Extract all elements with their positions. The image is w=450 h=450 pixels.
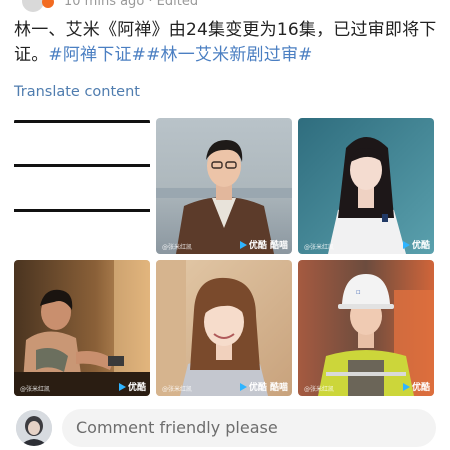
- photo-woman-blouse: [298, 118, 434, 254]
- svg-text:☐: ☐: [356, 290, 360, 296]
- watermark-text: @张米红凯: [304, 244, 335, 251]
- placeholder-line: [14, 120, 150, 123]
- youku-icon: [118, 383, 126, 391]
- comment-input[interactable]: Comment friendly please: [62, 409, 436, 447]
- youku-icon: [402, 383, 410, 391]
- youku-logo: 优酷: [402, 238, 430, 251]
- watermark-text: @张米红凯: [20, 386, 51, 393]
- translate-link[interactable]: Translate content: [14, 84, 140, 100]
- youku-logo: 优酷 酷喵: [239, 380, 288, 393]
- youku-icon: [239, 241, 247, 249]
- photo-woman-hardhat: ☐: [298, 260, 434, 396]
- image-thumbnail[interactable]: @张米红凯 优酷 酷喵: [156, 118, 292, 254]
- watermark-text: @张米红凯: [162, 244, 193, 251]
- post-header: 10 mins ago · Edited: [0, 0, 450, 14]
- youku-logo: 优酷: [118, 380, 146, 393]
- youku-icon: [239, 383, 247, 391]
- image-thumbnail[interactable]: @张米红凯 优酷 酷喵: [156, 260, 292, 396]
- watermark-text: @张米红凯: [162, 386, 193, 393]
- post-time: 10 mins ago · Edited: [64, 0, 199, 9]
- image-thumbnail[interactable]: @张米红凯 优酷: [14, 260, 150, 396]
- verified-badge-icon: [42, 0, 54, 8]
- user-avatar-image: [16, 410, 52, 446]
- placeholder-line: [14, 164, 150, 167]
- image-grid: @张米红凯 优酷 酷喵 @张米红凯 优酷 @张米红凯 优酷 @张米红凯 优酷 酷…: [14, 118, 434, 396]
- hashtag-link[interactable]: #林一艾米新剧过审#: [146, 45, 313, 65]
- youku-logo: 优酷 酷喵: [239, 238, 288, 251]
- photo-man-suit: [156, 118, 292, 254]
- image-placeholder[interactable]: [14, 118, 150, 254]
- comment-bar: Comment friendly please: [0, 403, 450, 450]
- photo-smiling-woman: [156, 260, 292, 396]
- post-text: 林一、艾米《阿禅》由24集变更为16集，已过审即将下证。#阿禅下证##林一艾米新…: [14, 18, 439, 68]
- image-thumbnail[interactable]: @张米红凯 优酷: [298, 118, 434, 254]
- placeholder-line: [14, 209, 150, 212]
- image-thumbnail[interactable]: ☐ @张米红凯 优酷: [298, 260, 434, 396]
- photo-man-workshop: [14, 260, 150, 396]
- hashtag-link[interactable]: #阿禅下证#: [48, 45, 146, 65]
- watermark-text: @张米红凯: [304, 386, 335, 393]
- author-avatar[interactable]: [22, 0, 44, 12]
- user-avatar[interactable]: [16, 410, 52, 446]
- youku-icon: [402, 241, 410, 249]
- youku-logo: 优酷: [402, 380, 430, 393]
